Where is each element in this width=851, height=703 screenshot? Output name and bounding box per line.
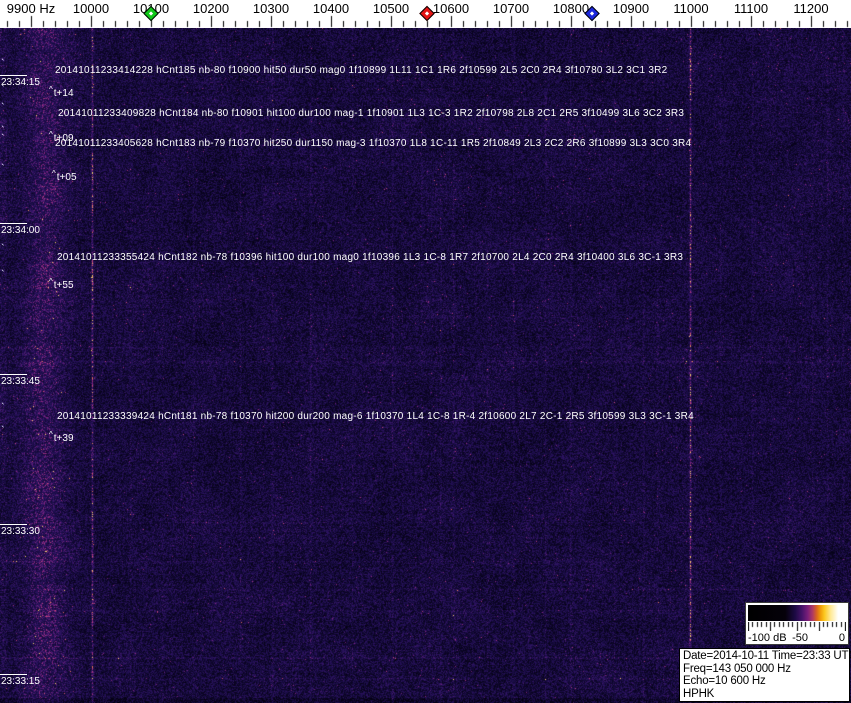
event-edge-tick: ` xyxy=(1,58,5,70)
time-offset-text: t+55 xyxy=(53,280,74,291)
time-tick-line xyxy=(0,524,27,525)
time-offset-label: ^t+55 xyxy=(49,277,74,291)
info-echo-offset: Echo=10 600 Hz xyxy=(683,675,766,687)
freq-tick-label: 9900 Hz xyxy=(6,1,56,16)
time-tick-line xyxy=(0,374,27,375)
event-edge-tick: ` xyxy=(1,269,5,281)
frequency-ruler: 9900 Hz100001010010200103001040010500106… xyxy=(0,0,851,28)
freq-tick-label: 10600 xyxy=(432,1,470,16)
caret-icon: ^ xyxy=(49,430,53,439)
time-offset-label: ^t+39 xyxy=(49,430,74,444)
db-scale-ticks xyxy=(748,622,846,631)
time-offset-label: ^t+05 xyxy=(52,169,77,183)
time-offset-label: ^t+14 xyxy=(49,85,74,99)
db-max-label: 0 xyxy=(838,632,845,644)
event-edge-tick: ` xyxy=(1,163,5,175)
detection-log-line: 20141011233414228 hCnt185 nb-80 f10900 h… xyxy=(55,65,668,76)
caret-icon: ^ xyxy=(49,277,53,286)
time-tick-line xyxy=(0,75,27,76)
time-offset-label: ^t+09 xyxy=(49,130,74,144)
time-offset-text: t+09 xyxy=(53,133,74,144)
event-edge-tick: ` xyxy=(1,243,5,255)
event-edge-tick: ` xyxy=(1,133,5,145)
time-axis-label: 23:34:00 xyxy=(1,225,40,236)
info-station-code: HPHK xyxy=(683,687,715,700)
caret-icon: ^ xyxy=(49,85,53,94)
freq-tick-label: 11100 xyxy=(733,1,769,16)
freq-tick-label: 10700 xyxy=(492,1,530,16)
annotation-layer: 23:34:15 23:34:00 23:33:45 23:33:30 23:33:15… xyxy=(0,0,851,703)
detection-log-line: 20141011233339424 hCnt181 nb-78 f10370 h… xyxy=(57,411,694,422)
event-edge-tick: ` xyxy=(1,102,5,114)
freq-tick-label: 11000 xyxy=(673,1,709,16)
info-frequency: Freq=143 050 000 Hz xyxy=(683,662,791,675)
time-axis-label: 23:33:30 xyxy=(1,526,40,537)
detection-log-line: 20141011233409828 hCnt184 nb-80 f10901 h… xyxy=(58,108,685,119)
time-axis-label: 23:34:15 xyxy=(1,77,40,88)
time-axis-label: 23:33:45 xyxy=(1,376,40,387)
info-date-time: Date=2014-10-11 Time=23:33 UTC xyxy=(683,650,851,662)
event-edge-tick: ` xyxy=(1,425,5,437)
db-color-scale: -100 dB -50 0 xyxy=(745,602,849,645)
caret-icon: ^ xyxy=(52,169,56,178)
marker-center-dot xyxy=(589,11,595,16)
time-tick-line xyxy=(0,223,27,224)
freq-tick-label: 10300 xyxy=(252,1,290,16)
freq-tick-label: 10500 xyxy=(372,1,410,16)
detection-log-line: 20141011233355424 hCnt182 nb-78 f10396 h… xyxy=(57,252,684,263)
freq-tick-label: 10400 xyxy=(312,1,350,16)
freq-tick-label: 10000 xyxy=(72,1,110,16)
time-offset-text: t+05 xyxy=(56,172,77,183)
marker-center-dot xyxy=(424,11,430,16)
event-edge-tick: ` xyxy=(1,402,5,414)
time-axis-label: 23:33:15 xyxy=(1,676,40,687)
meteor-echo-monitor-window: 23:34:15 23:34:00 23:33:45 23:33:30 23:33:15… xyxy=(0,0,851,703)
time-tick-line xyxy=(0,674,27,675)
freq-tick-label: 11200 xyxy=(793,1,829,16)
caret-icon: ^ xyxy=(49,130,53,139)
status-info-box: Date=2014-10-11 Time=23:33 UTC Freq=143 … xyxy=(679,648,851,702)
db-mid-label: -50 xyxy=(792,632,808,644)
time-offset-text: t+14 xyxy=(53,88,74,99)
db-min-label: -100 dB xyxy=(748,632,787,644)
detection-log-line: 20141011233405628 hCnt183 nb-79 f10370 h… xyxy=(55,138,692,149)
marker-center-dot xyxy=(148,11,154,16)
freq-tick-label: 10200 xyxy=(192,1,230,16)
freq-tick-label: 10900 xyxy=(612,1,650,16)
event-edge-tick: ` xyxy=(1,84,5,96)
time-offset-text: t+39 xyxy=(53,433,74,444)
db-gradient-bar xyxy=(748,605,846,621)
